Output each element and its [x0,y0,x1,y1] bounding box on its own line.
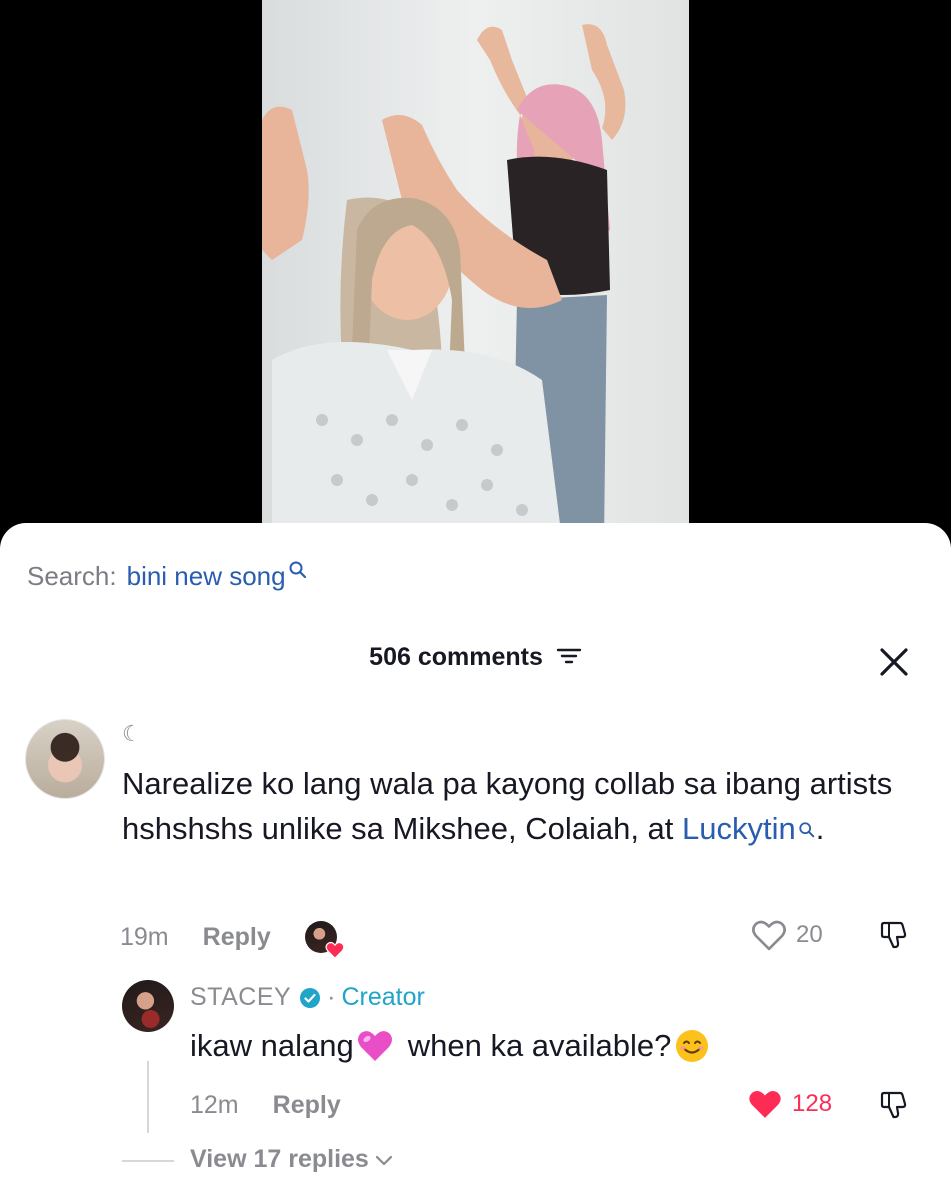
reply-button[interactable]: Reply [273,1091,341,1120]
reply-text-part1: ikaw nalang [190,1028,354,1063]
comment-mention-link[interactable]: Luckytin [682,811,796,846]
creator-reply-body: ikaw nalang when ka available? [190,1025,709,1067]
comment-meta: 19m Reply [120,921,345,959]
creator-like-count: 128 [792,1090,833,1117]
view-replies-divider [122,1160,174,1162]
heart-outline-icon [752,920,786,951]
video-frame[interactable] [262,0,689,540]
chevron-down-icon [375,1155,392,1165]
search-icon [289,561,306,578]
creator-tag: Creator [341,983,425,1011]
creator-avatar[interactable] [122,980,174,1032]
pink-heart-emoji-icon [357,1031,392,1061]
comment-body: Narealize ko lang wala pa kayong collab … [122,761,902,851]
close-icon[interactable] [877,645,911,679]
thread-connector [147,1061,149,1133]
commenter-avatar[interactable] [25,719,105,799]
comment-time: 19m [120,922,169,951]
video-player[interactable] [0,0,951,540]
view-replies-button[interactable]: View 17 replies [190,1145,395,1174]
comment-text-end: . [815,811,825,846]
like-count: 20 [796,921,823,948]
reply-button[interactable]: Reply [203,923,271,952]
view-replies-label: View 17 replies [190,1145,369,1173]
comments-sheet: Search: bini new song 506 comments ☾ Nar… [0,523,951,1200]
verified-icon [300,987,321,1008]
creator-reply-meta: 12m Reply [190,1091,341,1120]
creator-like-button[interactable]: 128 [746,1087,832,1121]
smiling-face-emoji-icon [676,1030,709,1062]
commenter-username[interactable]: ☾ [122,721,142,747]
heart-filled-icon [325,941,345,959]
separator-dot: · [327,983,336,1011]
search-term-link[interactable]: bini new song [127,561,286,592]
search-icon [799,822,815,838]
creator-reply-time: 12m [190,1091,239,1119]
dislike-icon[interactable] [878,919,910,951]
video-still-image [262,0,689,540]
reply-text-part2: when ka available? [407,1028,672,1063]
dislike-icon[interactable] [878,1089,910,1121]
creator-liked-badge [304,921,345,959]
like-button[interactable]: 20 [750,918,823,952]
search-suggestion[interactable]: Search: bini new song [27,561,308,592]
search-label: Search: [27,561,117,591]
filter-icon[interactable] [556,645,582,667]
comments-header[interactable]: 506 comments [0,643,951,672]
heart-filled-icon [749,1091,781,1118]
creator-name[interactable]: STACEY [190,983,291,1012]
comments-count: 506 comments [369,643,543,671]
creator-name-row: STACEY · Creator [190,983,425,1012]
